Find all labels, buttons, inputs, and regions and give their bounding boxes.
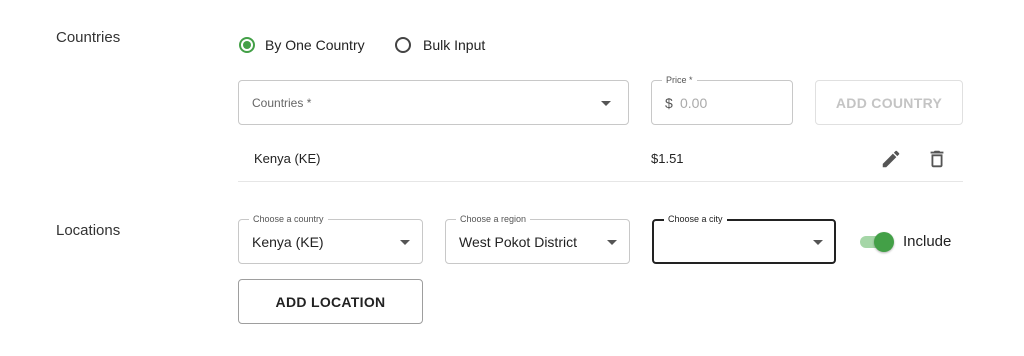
location-region-select[interactable]: Choose a region West Pokot District: [445, 214, 630, 264]
locations-section-label: Locations: [56, 222, 121, 239]
dropdown-arrow-icon: [400, 240, 410, 245]
price-legend: Price *: [662, 75, 697, 86]
radio-unchecked-icon: [395, 37, 411, 53]
delete-icon[interactable]: [926, 148, 948, 170]
countries-select-label: Countries *: [252, 96, 312, 110]
include-label: Include: [903, 233, 952, 250]
countries-section-label: Countries: [56, 29, 121, 46]
location-city-select[interactable]: Choose a city: [652, 214, 836, 264]
dropdown-arrow-icon: [607, 240, 617, 245]
country-row-price: $1.51: [651, 151, 684, 166]
currency-symbol: $: [665, 95, 673, 111]
edit-icon[interactable]: [880, 148, 902, 170]
price-placeholder: 0.00: [680, 95, 708, 111]
location-country-select[interactable]: Choose a country Kenya (KE): [238, 214, 423, 264]
location-country-value: Kenya (KE): [252, 234, 324, 250]
row-divider: [238, 181, 963, 182]
radio-by-one-country-label: By One Country: [265, 37, 365, 53]
dropdown-arrow-icon: [813, 240, 823, 245]
location-region-value: West Pokot District: [459, 234, 577, 250]
countries-select[interactable]: Countries *: [238, 80, 629, 125]
toggle-thumb: [874, 232, 894, 252]
dropdown-arrow-icon: [601, 101, 611, 106]
include-toggle[interactable]: [858, 231, 898, 253]
radio-bulk-input[interactable]: Bulk Input: [395, 37, 485, 53]
location-region-legend: Choose a region: [456, 214, 531, 225]
price-input[interactable]: Price * $ 0.00: [651, 75, 793, 125]
add-country-button[interactable]: ADD COUNTRY: [815, 80, 963, 125]
radio-checked-icon: [239, 37, 255, 53]
country-row-name: Kenya (KE): [254, 151, 321, 166]
add-location-button[interactable]: ADD LOCATION: [238, 279, 423, 324]
location-city-legend: Choose a city: [664, 214, 727, 225]
radio-bulk-input-label: Bulk Input: [423, 37, 486, 53]
location-country-legend: Choose a country: [249, 214, 328, 225]
radio-by-one-country[interactable]: By One Country: [239, 37, 365, 53]
